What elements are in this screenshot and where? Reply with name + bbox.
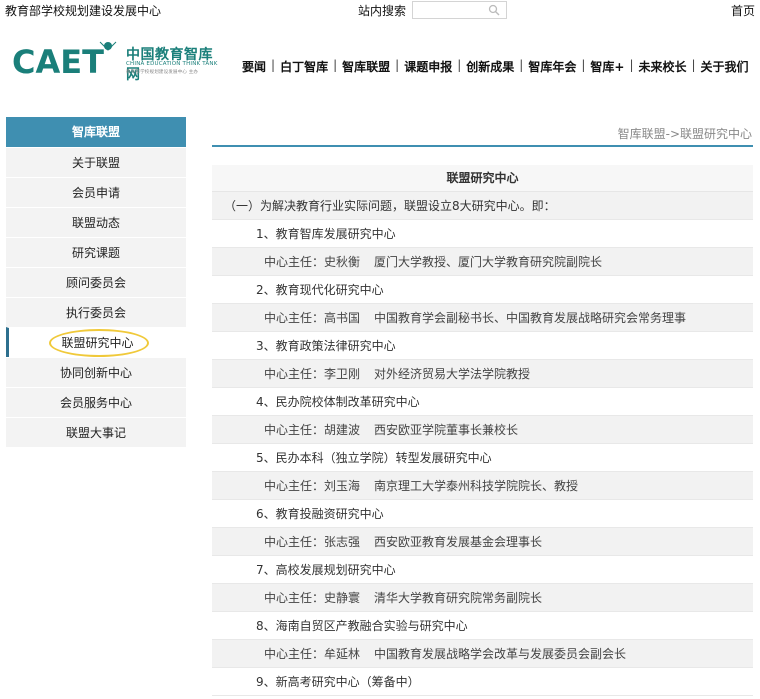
sidebar-item-milestones[interactable]: 联盟大事记 — [6, 417, 186, 447]
center-director: 中心主任：高书国 中国教育学会副秘书长、中国教育发展战略研究会常务理事 — [212, 304, 753, 332]
nav-item-alliance[interactable]: 智库联盟 — [340, 58, 392, 75]
content-table: 联盟研究中心 （一）为解决教育行业实际问题，联盟设立8大研究中心。即： 1、教育… — [212, 165, 753, 696]
center-director: 中心主任：史秋衡 厦门大学教授、厦门大学教育研究院副院长 — [212, 248, 753, 276]
top-utility-bar: 教育部学校规划建设发展中心 站内搜索 首页 — [0, 0, 760, 20]
nav-item-results[interactable]: 创新成果 — [464, 58, 516, 75]
center-name: 9、新高考研究中心（筹备中） — [212, 668, 753, 696]
highlight-circle — [49, 329, 149, 357]
center-name: 5、民办本科（独立学院）转型发展研究中心 — [212, 444, 753, 472]
sidebar-list: 关于联盟 会员申请 联盟动态 研究课题 顾问委员会 执行委员会 联盟研究中心 协… — [6, 147, 186, 447]
nav-item-annual[interactable]: 智库年会 — [526, 58, 578, 75]
nav-item-principal[interactable]: 未来校长 — [636, 58, 688, 75]
sidebar-item-research-center[interactable]: 联盟研究中心 — [6, 327, 186, 357]
center-name: 8、海南自贸区产教融合实验与研究中心 — [212, 612, 753, 640]
nav-item-about[interactable]: 关于我们 — [699, 58, 751, 75]
search-label: 站内搜索 — [358, 4, 407, 18]
nav-item-project[interactable]: 课题申报 — [402, 58, 454, 75]
center-name: 1、教育智库发展研究中心 — [212, 220, 753, 248]
center-name: 7、高校发展规划研究中心 — [212, 556, 753, 584]
center-director: 中心主任：史静寰 清华大学教育研究院常务副院长 — [212, 584, 753, 612]
sidebar: 智库联盟 关于联盟 会员申请 联盟动态 研究课题 顾问委员会 执行委员会 联盟研… — [6, 117, 186, 447]
sidebar-item-about[interactable]: 关于联盟 — [6, 147, 186, 177]
caet-logo-icon: CAET — [12, 41, 117, 81]
main-nav: 要闻 | 白丁智库 | 智库联盟 | 课题申报 | 创新成果 | 智库年会 | 智库+ | 未… — [240, 58, 751, 75]
center-director: 中心主任：张志强 西安欧亚教育发展基金会理事长 — [212, 528, 753, 556]
site-logo[interactable]: CAET 中国教育智库网 CHINA EDUCATION THINK TANK … — [12, 40, 227, 83]
search-input[interactable] — [413, 2, 485, 18]
center-name: 6、教育投融资研究中心 — [212, 500, 753, 528]
sidebar-item-apply[interactable]: 会员申请 — [6, 177, 186, 207]
center-name: 3、教育政策法律研究中心 — [212, 332, 753, 360]
logo-sub-name: 教育部学校规划建设发展中心 主办 — [126, 70, 199, 75]
center-name: 4、民办院校体制改革研究中心 — [212, 388, 753, 416]
sidebar-item-executive-committee[interactable]: 执行委员会 — [6, 297, 186, 327]
breadcrumb[interactable]: 智库联盟->联盟研究中心 — [618, 125, 752, 142]
org-name: 教育部学校规划建设发展中心 — [5, 4, 162, 18]
nav-item-news[interactable]: 要闻 — [240, 58, 268, 75]
content-intro: （一）为解决教育行业实际问题，联盟设立8大研究中心。即： — [212, 192, 753, 220]
logo-en-name: CHINA EDUCATION THINK TANK — [126, 61, 218, 67]
center-director: 中心主任：牟延林 中国教育发展战略学会改革与发展委员会副会长 — [212, 640, 753, 668]
logo-letters: CAET — [12, 43, 104, 80]
center-director: 中心主任：胡建波 西安欧亚学院董事长兼校长 — [212, 416, 753, 444]
nav-item-baiding[interactable]: 白丁智库 — [278, 58, 330, 75]
home-link[interactable]: 首页 — [731, 2, 755, 19]
center-director: 中心主任：李卫刚 对外经济贸易大学法学院教授 — [212, 360, 753, 388]
content-divider — [212, 145, 753, 147]
sidebar-item-innovation-center[interactable]: 协同创新中心 — [6, 357, 186, 387]
nav-item-plus[interactable]: 智库+ — [588, 58, 626, 75]
sidebar-item-member-service[interactable]: 会员服务中心 — [6, 387, 186, 417]
center-director: 中心主任：刘玉海 南京理工大学泰州科技学院院长、教授 — [212, 472, 753, 500]
sidebar-item-news[interactable]: 联盟动态 — [6, 207, 186, 237]
sidebar-title: 智库联盟 — [6, 117, 186, 147]
sidebar-item-advisory-committee[interactable]: 顾问委员会 — [6, 267, 186, 297]
search-icon[interactable] — [488, 4, 500, 16]
search-box — [412, 1, 507, 19]
center-name: 2、教育现代化研究中心 — [212, 276, 753, 304]
content-title: 联盟研究中心 — [212, 165, 753, 192]
sidebar-item-research-topics[interactable]: 研究课题 — [6, 237, 186, 267]
